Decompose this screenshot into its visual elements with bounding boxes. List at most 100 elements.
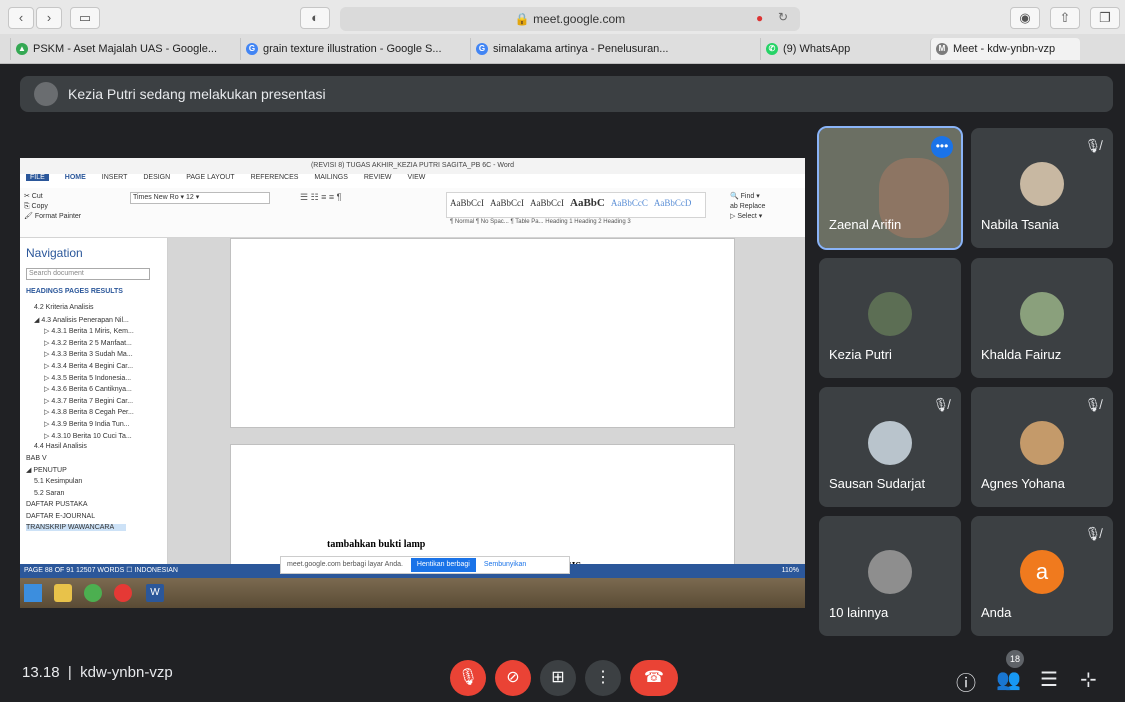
participant-avatar	[1020, 292, 1064, 336]
back-button[interactable]: ‹	[8, 7, 34, 29]
word-title-bar: (REVISI 8) TUGAS AKHIR_KEZIA PUTRI SAGIT…	[20, 158, 805, 174]
tab-label: simalakama artinya - Penelusuran...	[493, 43, 669, 55]
more-icon[interactable]: •••	[931, 136, 953, 158]
participant-avatar	[1020, 421, 1064, 465]
nav-heading-item[interactable]: ◢ PENUTUP	[26, 466, 67, 474]
ribbon-tab[interactable]: VIEW	[407, 174, 425, 181]
presenter-avatar	[34, 82, 58, 106]
mic-off-button[interactable]: 🎙︎	[450, 660, 486, 696]
reload-icon[interactable]: ↻	[778, 10, 788, 24]
word-icon[interactable]: W	[146, 584, 164, 602]
participant-name: Nabila Tsania	[981, 217, 1059, 232]
info-icon[interactable]: ⓘ	[956, 667, 976, 696]
browser-tab[interactable]: M Meet - kdw-ynbn-vzp	[930, 38, 1080, 60]
font-selector[interactable]: Times New Ro ▾ 12 ▾	[130, 192, 270, 204]
participant-tile[interactable]: 🎙︎̸ Agnes Yohana	[971, 387, 1113, 507]
leave-call-button[interactable]: ☎	[630, 660, 678, 696]
media-icon[interactable]	[114, 584, 132, 602]
ribbon-tab[interactable]: FILE	[26, 174, 49, 181]
participant-avatar	[868, 550, 912, 594]
mic-off-icon: 🎙︎̸	[1084, 138, 1101, 153]
nav-heading-item[interactable]: DAFTAR E-JOURNAL	[26, 513, 95, 520]
more-options-button[interactable]: ⋮	[585, 660, 621, 696]
participant-tile[interactable]: Kezia Putri	[819, 258, 961, 378]
shield-icon[interactable]: ◉	[1010, 7, 1040, 29]
windows-taskbar: W	[20, 578, 805, 608]
chat-icon[interactable]: ☰	[1040, 667, 1058, 692]
nav-heading-item[interactable]: BAB V	[26, 455, 47, 462]
nav-heading-item[interactable]: TRANSKRIP WAWANCARA	[26, 524, 126, 532]
style-preview[interactable]: AaBbCcI	[490, 198, 524, 208]
meeting-controls-bar: 13.18 | kdw-ynbn-vzp 🎙︎ ⊘ ⊞ ⋮ ☎ ⓘ 👥 18 ☰…	[0, 640, 1125, 702]
chrome-icon[interactable]	[84, 584, 102, 602]
ribbon-tab[interactable]: MAILINGS	[314, 174, 347, 181]
nav-heading-item[interactable]: ▷ 4.3.5 Berita 5 Indonesia...	[44, 374, 131, 382]
participant-avatar	[868, 292, 912, 336]
forward-button[interactable]: ›	[36, 7, 62, 29]
participant-tile[interactable]: ••• Zaenal Arifin	[817, 126, 963, 250]
ribbon-tab[interactable]: INSERT	[102, 174, 128, 181]
nav-heading-item[interactable]: ▷ 4.3.2 Berita 2 5 Manfaat...	[44, 339, 132, 347]
privacy-shield-icon[interactable]: ◐	[300, 7, 330, 29]
clipboard-group: ✂ Cut ⎘ Copy 🖌 Format Painter	[24, 193, 82, 220]
present-button[interactable]: ⊞	[540, 660, 576, 696]
nav-tabs[interactable]: HEADINGS PAGES RESULTS	[26, 288, 123, 295]
nav-heading-item[interactable]: 4.2 Kriteria Analisis	[34, 304, 94, 311]
participant-name: Zaenal Arifin	[829, 217, 902, 232]
nav-heading-item[interactable]: 5.2 Saran	[34, 490, 64, 497]
styles-gallery[interactable]: AaBbCcI AaBbCcI AaBbCcI AaBbC AaBbCcC AaBbCcD	[446, 192, 706, 218]
nav-heading-item[interactable]: DAFTAR PUSTAKA	[26, 501, 88, 508]
ribbon-tab[interactable]: REFERENCES	[251, 174, 299, 181]
participant-tile[interactable]: 🎙︎̸ Nabila Tsania	[971, 128, 1113, 248]
explorer-icon[interactable]	[54, 584, 72, 602]
browser-tab[interactable]: ✆ (9) WhatsApp	[760, 38, 940, 60]
participant-tile[interactable]: 10 lainnya	[819, 516, 961, 636]
style-preview[interactable]: AaBbC	[570, 197, 605, 209]
share-icon[interactable]: ⇧	[1050, 7, 1080, 29]
hide-button[interactable]: Sembunyikan	[484, 561, 526, 568]
browser-tab[interactable]: Gsimalakama artinya - Penelusuran...	[470, 38, 690, 60]
nav-heading-item[interactable]: ▷ 4.3.9 Berita 9 India Tun...	[44, 420, 130, 428]
word-ribbon-tabs: FILE HOME INSERT DESIGN PAGE LAYOUT REFERENCE…	[20, 174, 805, 188]
ribbon-tab[interactable]: HOME	[65, 174, 86, 181]
participant-tile[interactable]: Khalda Fairuz	[971, 258, 1113, 378]
ribbon-tab[interactable]: PAGE LAYOUT	[186, 174, 234, 181]
nav-heading-item[interactable]: 4.4 Hasil Analisis	[34, 443, 87, 450]
nav-heading-item[interactable]: ▷ 4.3.7 Berita 7 Begini Car...	[44, 397, 133, 405]
nav-heading-item[interactable]: ▷ 4.3.4 Berita 4 Begini Car...	[44, 362, 133, 370]
tabs-icon[interactable]: ❐	[1090, 7, 1120, 29]
nav-search-input[interactable]: Search document	[26, 268, 150, 280]
style-preview[interactable]: AaBbCcI	[450, 198, 484, 208]
sidebar-icon[interactable]: ▭	[70, 7, 100, 29]
browser-tab[interactable]: ▲ PSKM - Aset Majalah UAS - Google...	[10, 38, 230, 60]
nav-heading-item[interactable]: ▷ 4.3.10 Berita 10 Cuci Ta...	[44, 432, 132, 440]
style-preview[interactable]: AaBbCcI	[530, 198, 564, 208]
browser-tab[interactable]: Ggrain texture illustration - Google S..…	[240, 38, 460, 60]
activities-icon[interactable]: ⊹	[1080, 667, 1097, 692]
nav-heading-item[interactable]: ▷ 4.3.1 Berita 1 Miris, Kem...	[44, 327, 134, 335]
windows-start-icon[interactable]	[24, 584, 42, 602]
nav-heading-item[interactable]: ▷ 4.3.6 Berita 6 Cantiknya...	[44, 385, 132, 393]
url-bar[interactable]: 🔒 meet.google.com	[340, 7, 800, 31]
participant-tile[interactable]: a 🎙︎̸ Anda	[971, 516, 1113, 636]
mic-off-icon: 🎙︎̸	[1084, 526, 1101, 541]
tab-label: grain texture illustration - Google S...	[263, 43, 442, 55]
nav-heading-item[interactable]: ▷ 4.3.8 Berita 8 Cegah Per...	[44, 408, 134, 416]
tab-favicon-icon: ✆	[766, 43, 778, 55]
participant-tile[interactable]: 🎙︎̸ Sausan Sudarjat	[819, 387, 961, 507]
paragraph-group: ☰ ☷ ≡ ≡ ¶	[300, 192, 342, 202]
nav-heading-item[interactable]: ▷ 4.3.3 Berita 3 Sudah Ma...	[44, 350, 133, 358]
ribbon-tab[interactable]: REVIEW	[364, 174, 392, 181]
people-icon[interactable]: 👥	[996, 667, 1021, 692]
nav-heading-item[interactable]: ◢ 4.3 Analisis Penerapan Nil...	[34, 316, 129, 324]
stop-sharing-button[interactable]: Hentikan berbagi	[410, 558, 476, 572]
ribbon-tab[interactable]: DESIGN	[143, 174, 170, 181]
nav-heading-item[interactable]: 5.1 Kesimpulan	[34, 478, 82, 485]
mic-off-icon: 🎙︎̸	[1084, 397, 1101, 412]
camera-off-button[interactable]: ⊘	[495, 660, 531, 696]
participant-avatar	[868, 421, 912, 465]
participant-avatar	[1020, 162, 1064, 206]
style-preview[interactable]: AaBbCcD	[654, 198, 692, 208]
share-popup: meet.google.com berbagi layar Anda. Hent…	[280, 556, 570, 574]
style-preview[interactable]: AaBbCcC	[611, 198, 648, 208]
